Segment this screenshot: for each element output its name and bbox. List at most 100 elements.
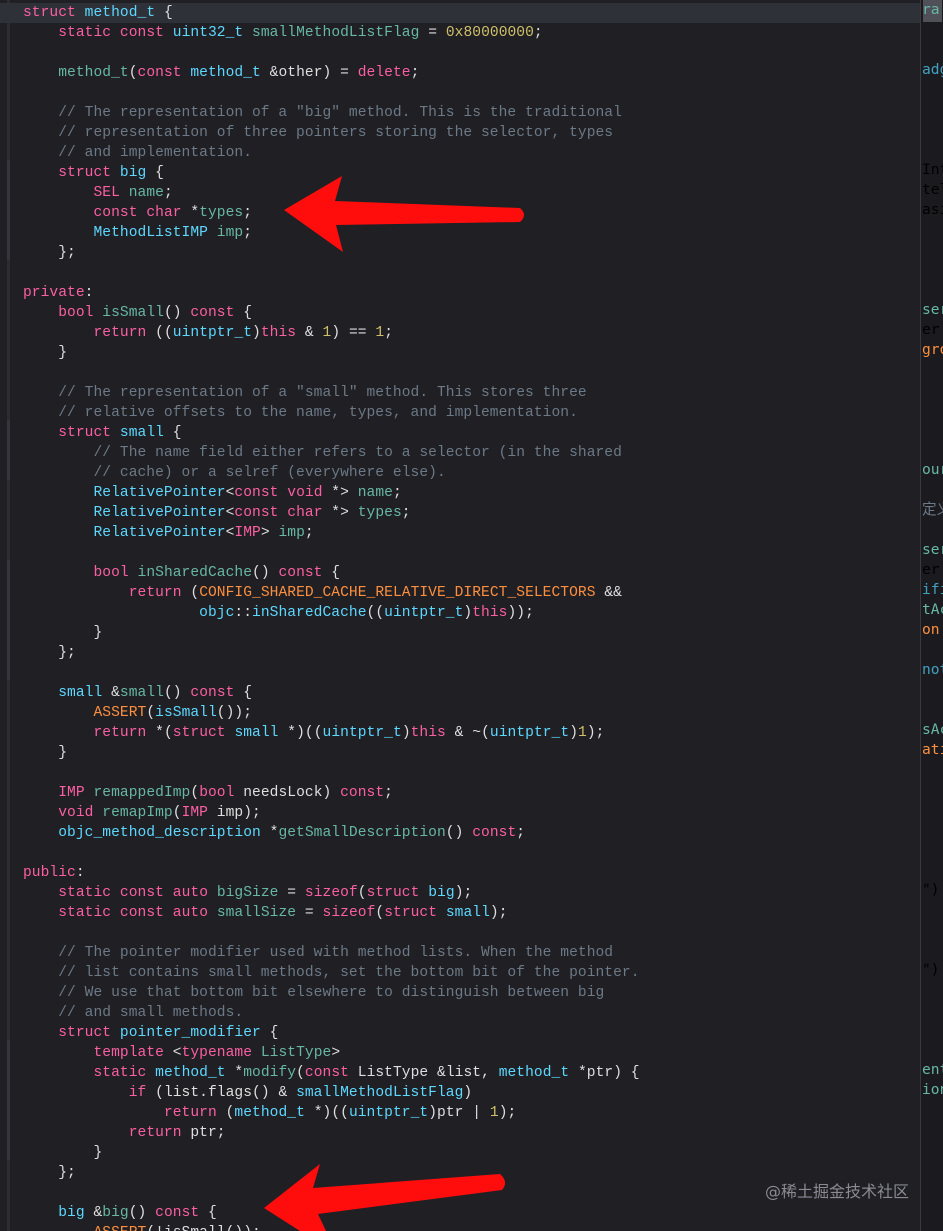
code-token: = [278,885,305,901]
code-token: getSmallDescription [278,825,446,841]
peek-line [922,120,943,140]
code-token: const [340,785,385,801]
code-token: > [260,525,279,541]
code-token: *)(( [278,725,323,741]
code-line: // list contains small methods, set the … [23,963,920,983]
peek-line: adg [922,60,943,80]
code-token: } [23,745,68,761]
peek-line: sAc [922,720,943,740]
code-line: }; [23,643,920,663]
code-token: method_t [84,5,156,21]
code-token: 1 [375,325,385,341]
code-token: delete [357,65,411,81]
code-line: template <typename ListType> [23,1043,920,1063]
code-line: RelativePointer<const char *> types; [23,503,920,523]
code-token: { [163,425,182,441]
code-token: }; [23,645,76,661]
code-line: struct small { [23,423,920,443]
code-line: objc_method_description *getSmallDescrip… [23,823,920,843]
code-line: RelativePointer<const void *> name; [23,483,920,503]
code-token: bool [93,565,129,581]
peek-line [922,980,943,1000]
code-token: )); [507,605,534,621]
peek-line [922,140,943,160]
code-token: ent [922,1061,943,1078]
code-token: big [428,885,455,901]
code-token: imp [278,525,305,541]
peek-line [922,640,943,660]
code-token: ") [922,961,940,978]
peek-line [922,760,943,780]
code-token: ( [181,585,200,601]
peek-line: not [922,660,943,680]
peek-line [922,240,943,260]
code-token: ; [384,325,394,341]
code-token: { [234,305,253,321]
code-line: RelativePointer<IMP> imp; [23,523,920,543]
peek-line [922,280,943,300]
code-token: isSmall [155,705,217,721]
code-token: * [260,825,279,841]
peek-line [922,380,943,400]
peek-line [922,1180,943,1200]
code-token: if [128,1085,147,1101]
peek-line: ser [922,540,943,560]
code-token: tAc [922,601,943,618]
peek-line: ra [922,0,943,20]
code-line: // and implementation. [23,143,920,163]
code-token: struct [366,885,420,901]
code-token: const [472,825,517,841]
code-line: public: [23,863,920,883]
code-token: inSharedCache [252,605,367,621]
peek-line [922,780,943,800]
code-token: not [922,661,943,678]
code-token: isSmall [102,305,164,321]
code-token: big [102,1205,129,1221]
peek-line: ati [922,740,943,760]
adjacent-editor-pane[interactable]: ra adg Int tel asi ser er gro our 定义 ser er if… [920,0,943,1231]
code-token: MethodListIMP [93,225,208,241]
peek-line [922,20,943,40]
code-token: static [58,25,112,41]
code-token: gro [922,341,943,358]
code-line: static const auto smallSize = sizeof(str… [23,903,920,923]
code-token: ) [401,725,411,741]
peek-line [922,700,943,720]
code-token: ; [392,485,402,501]
code-token: const [155,1205,200,1221]
code-token: uintptr_t [384,605,464,621]
code-token: return [93,325,147,341]
code-line: IMP remappedImp(bool needsLock) const; [23,783,920,803]
code-token: ( [216,1105,235,1121]
code-token: (list.flags() & [146,1085,297,1101]
code-token: * [225,1065,244,1081]
code-line: static method_t *modify(const ListType &… [23,1063,920,1083]
code-token: struct [58,165,112,181]
code-token: method_t [190,65,261,81]
code-token: ; [243,205,253,221]
peek-line: ser [922,300,943,320]
code-token: sizeof [322,905,376,921]
code-token: bigSize [216,885,279,901]
peek-line: asi [922,200,943,220]
code-token: sizeof [304,885,358,901]
code-token: const [119,905,164,921]
code-token: private [23,285,85,301]
